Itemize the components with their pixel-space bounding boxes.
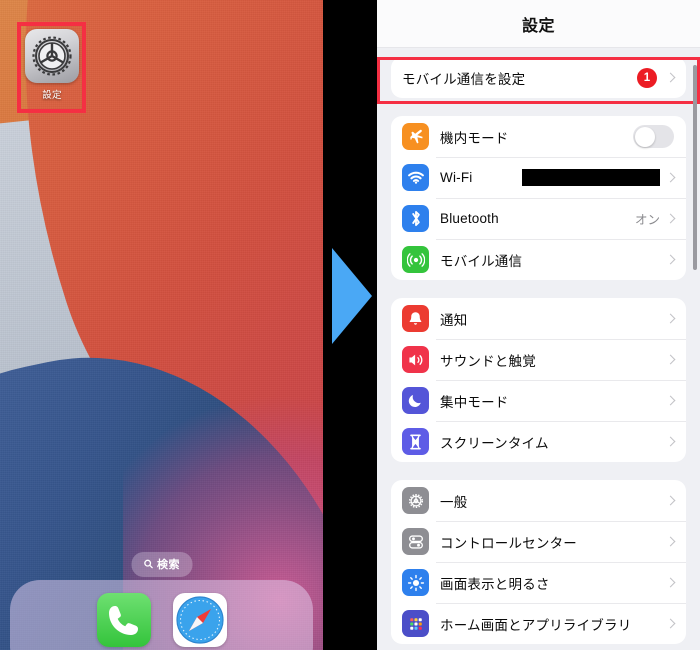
chevron-right-icon xyxy=(665,213,676,224)
phone-handset-icon xyxy=(108,606,138,635)
row-label: 一般 xyxy=(440,494,468,510)
chevron-right-icon xyxy=(665,495,676,506)
row-cellular-setup[interactable]: モバイル通信を設定 1 xyxy=(391,57,686,98)
safari-app-icon[interactable] xyxy=(172,593,227,647)
chevron-right-icon xyxy=(665,436,676,447)
chevron-right-icon xyxy=(665,254,676,265)
row-label: モバイル通信を設定 xyxy=(402,71,526,87)
row-label: コントロールセンター xyxy=(440,535,577,551)
row-bluetooth[interactable]: Bluetooth オン xyxy=(391,198,686,239)
page-title: 設定 xyxy=(521,17,555,35)
compass-icon xyxy=(175,596,224,644)
bell-icon xyxy=(402,305,429,332)
group-alerts: 通知 サウンドと触覚 集中モード スクリーンタイム xyxy=(391,298,686,462)
phone-app-icon[interactable] xyxy=(96,593,151,647)
group-general: 一般 コントロールセンター 画面表示と明るさ ホーム画面とアプリライブラリ xyxy=(391,480,686,644)
wifi-icon xyxy=(402,164,429,191)
settings-app-screen: 設定 モバイル通信を設定 1 機内モード Wi-Fi Bluetooth オン … xyxy=(377,0,700,650)
row-label: スクリーンタイム xyxy=(440,435,549,451)
control-center-icon xyxy=(402,528,429,555)
chevron-right-icon xyxy=(665,577,676,588)
dock xyxy=(10,580,313,650)
group-connectivity: 機内モード Wi-Fi Bluetooth オン モバイル通信 xyxy=(391,116,686,280)
cellular-setup-group: モバイル通信を設定 1 xyxy=(391,57,686,98)
iphone-home-screen: 設定 検索 xyxy=(0,0,323,650)
row-label: 機内モード xyxy=(440,130,509,146)
vertical-scrollbar[interactable] xyxy=(693,65,697,270)
chevron-right-icon xyxy=(665,354,676,365)
row-notifications[interactable]: 通知 xyxy=(391,298,686,339)
row-label: サウンドと触覚 xyxy=(440,353,536,369)
row-home-screen[interactable]: ホーム画面とアプリライブラリ xyxy=(391,603,686,644)
row-label: 通知 xyxy=(440,312,468,328)
row-cellular[interactable]: モバイル通信 xyxy=(391,239,686,280)
search-pill[interactable]: 検索 xyxy=(131,552,192,577)
row-label: Bluetooth xyxy=(440,211,499,226)
bluetooth-icon xyxy=(402,205,429,232)
nav-bar: 設定 xyxy=(377,0,700,48)
row-control-center[interactable]: コントロールセンター xyxy=(391,521,686,562)
row-display-brightness[interactable]: 画面表示と明るさ xyxy=(391,562,686,603)
moon-icon xyxy=(402,387,429,414)
settings-app-icon[interactable]: 設定 xyxy=(25,29,79,101)
chevron-right-icon xyxy=(665,313,676,324)
flow-arrow xyxy=(332,248,372,344)
chevron-right-icon xyxy=(665,395,676,406)
search-label: 検索 xyxy=(157,559,180,571)
row-focus[interactable]: 集中モード xyxy=(391,380,686,421)
chevron-right-icon xyxy=(665,72,676,83)
row-airplane-mode[interactable]: 機内モード xyxy=(391,116,686,157)
search-icon xyxy=(143,559,153,569)
row-label: ホーム画面とアプリライブラリ xyxy=(440,617,632,633)
row-wifi[interactable]: Wi-Fi xyxy=(391,157,686,198)
hourglass-icon xyxy=(402,428,429,455)
row-label: 画面表示と明るさ xyxy=(440,576,550,592)
row-sounds-haptics[interactable]: サウンドと触覚 xyxy=(391,339,686,380)
speaker-icon xyxy=(402,346,429,373)
screenshot-root: 設定 検索 設定 モバイル通信を設定 1 機内モード Wi-Fi Bluetoo… xyxy=(0,0,700,650)
airplane-icon xyxy=(402,123,429,150)
row-label: モバイル通信 xyxy=(440,253,523,269)
settings-app-label: 設定 xyxy=(42,90,62,101)
row-label: 集中モード xyxy=(440,394,509,410)
row-general[interactable]: 一般 xyxy=(391,480,686,521)
bluetooth-status-value: オン xyxy=(634,213,660,227)
status-badge: 1 xyxy=(637,67,657,88)
cellular-antenna-icon xyxy=(402,246,429,273)
chevron-right-icon xyxy=(665,172,676,183)
chevron-right-icon xyxy=(665,536,676,547)
gear-icon xyxy=(402,487,429,514)
app-grid-icon xyxy=(402,610,429,637)
redacted-wifi-value xyxy=(522,169,660,186)
gear-icon xyxy=(25,29,79,83)
chevron-right-icon xyxy=(665,618,676,629)
brightness-icon xyxy=(402,569,429,596)
row-label: Wi-Fi xyxy=(440,170,473,185)
airplane-mode-toggle[interactable] xyxy=(633,125,674,148)
row-screen-time[interactable]: スクリーンタイム xyxy=(391,421,686,462)
